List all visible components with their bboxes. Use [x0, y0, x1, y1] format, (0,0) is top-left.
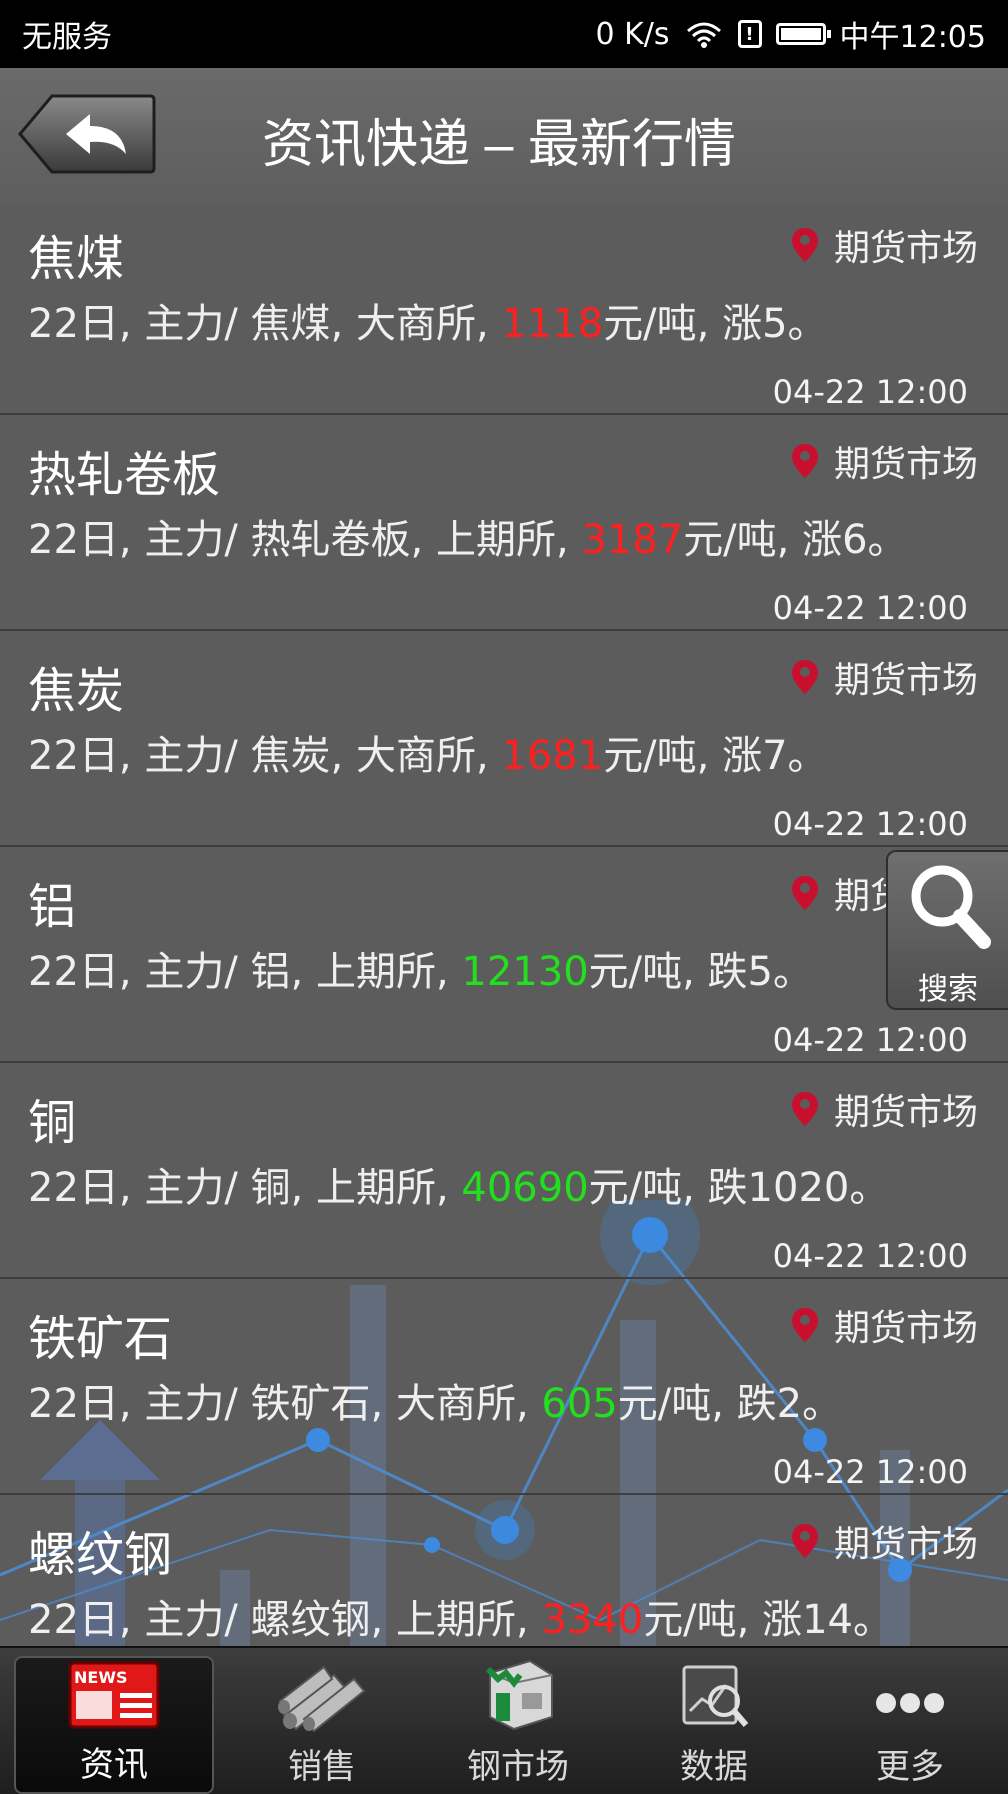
category-tag: 期货市场	[790, 1083, 978, 1135]
category-tag: 期货市场	[790, 435, 978, 487]
category-tag: 期货市场	[790, 651, 978, 703]
back-button[interactable]	[18, 92, 156, 176]
description-suffix: 元/吨, 跌2。	[617, 1381, 843, 1427]
description-prefix: 22日, 主力/ 铜, 上期所,	[28, 1165, 462, 1211]
news-title: 螺纹钢	[28, 1527, 173, 1583]
category-tag: 期货市场	[790, 1299, 978, 1351]
price-value: 1118	[501, 301, 604, 347]
news-icon: NEWS	[68, 1661, 160, 1729]
news-title: 焦炭	[28, 663, 125, 719]
description-prefix: 22日, 主力/ 热轧卷板, 上期所,	[28, 517, 582, 563]
nav-item-sales[interactable]: 销售	[224, 1648, 420, 1794]
description-suffix: 元/吨, 跌1020。	[588, 1165, 890, 1211]
data-analysis-icon	[682, 1665, 749, 1727]
price-value: 40690	[461, 1165, 589, 1211]
nav-item-more[interactable]: 更多	[812, 1648, 1008, 1794]
more-dots-icon	[876, 1693, 944, 1713]
news-timestamp: 04-22 12:00	[772, 589, 968, 627]
page-title: 资讯快递 – 最新行情	[262, 116, 736, 174]
price-value: 3340	[541, 1597, 644, 1643]
location-pin-icon	[791, 1524, 818, 1558]
magnifier-icon	[911, 865, 991, 949]
nav-label-news: 资讯	[80, 1745, 148, 1785]
news-timestamp: 04-22 12:00	[772, 805, 968, 843]
description-suffix: 元/吨, 涨5。	[603, 301, 828, 347]
wifi-icon	[686, 22, 721, 48]
category-label: 期货市场	[833, 1308, 978, 1349]
category-label: 期货市场	[833, 444, 978, 485]
category-label: 期货市场	[833, 1092, 978, 1133]
status-bar: 无服务 0 K/s ! 中午12:05	[0, 0, 1008, 68]
back-arrow-icon	[18, 94, 156, 174]
nav-label-more: 更多	[876, 1747, 944, 1787]
category-tag: 期货市场	[790, 1515, 978, 1567]
location-pin-icon	[791, 444, 818, 478]
news-description: 22日, 主力/ 铜, 上期所, 40690元/吨, 跌1020。	[28, 1155, 889, 1213]
svg-text:NEWS: NEWS	[74, 1668, 128, 1687]
news-list: 焦煤 期货市场 22日, 主力/ 焦煤, 大商所, 1118元/吨, 涨5。 04-2…	[0, 199, 1008, 1711]
price-value: 12130	[461, 949, 589, 995]
news-item[interactable]: 焦炭 期货市场 22日, 主力/ 焦炭, 大商所, 1681元/吨, 涨7。 04-2…	[0, 631, 1008, 847]
bottom-nav: NEWS 资讯 销售 钢市场 数据 更多	[0, 1646, 1008, 1794]
nav-item-data[interactable]: 数据	[616, 1648, 812, 1794]
news-description: 22日, 主力/ 热轧卷板, 上期所, 3187元/吨, 涨6。	[28, 507, 908, 565]
category-label: 期货市场	[833, 228, 978, 269]
news-description: 22日, 主力/ 焦煤, 大商所, 1118元/吨, 涨5。	[28, 291, 828, 349]
location-pin-icon	[791, 876, 818, 910]
news-title: 焦煤	[28, 231, 125, 287]
search-button[interactable]: 搜索	[886, 850, 1008, 1010]
description-suffix: 元/吨, 涨6。	[683, 517, 908, 563]
news-item[interactable]: 热轧卷板 期货市场 22日, 主力/ 热轧卷板, 上期所, 3187元/吨, 涨6。…	[0, 415, 1008, 631]
app-header: 资讯快递 – 最新行情	[0, 68, 1008, 204]
news-title: 热轧卷板	[28, 447, 221, 503]
battery-icon	[775, 23, 831, 45]
description-suffix: 元/吨, 涨14。	[643, 1597, 893, 1643]
status-icons: 0 K/s ! 中午12:05	[595, 12, 986, 56]
news-timestamp: 04-22 12:00	[772, 1237, 968, 1275]
nav-item-steel-market[interactable]: 钢市场	[420, 1648, 616, 1794]
category-label: 期货市场	[833, 660, 978, 701]
nav-item-news[interactable]: NEWS 资讯	[14, 1656, 214, 1794]
description-prefix: 22日, 主力/ 焦煤, 大商所,	[28, 301, 502, 347]
news-description: 22日, 主力/ 铝, 上期所, 12130元/吨, 跌5。	[28, 939, 813, 997]
description-prefix: 22日, 主力/ 铁矿石, 大商所,	[28, 1381, 542, 1427]
store-icon	[485, 1659, 553, 1731]
description-suffix: 元/吨, 涨7。	[603, 733, 828, 779]
location-pin-icon	[791, 1092, 818, 1126]
news-item[interactable]: 铁矿石 期货市场 22日, 主力/ 铁矿石, 大商所, 605元/吨, 跌2。 04-…	[0, 1279, 1008, 1495]
news-item[interactable]: 铝期货市场22日, 主力/ 铝, 上期所, 12130元/吨, 跌5。04-22…	[0, 847, 1008, 1063]
steel-pipes-icon	[278, 1665, 366, 1733]
news-description: 22日, 主力/ 焦炭, 大商所, 1681元/吨, 涨7。	[28, 723, 828, 781]
nav-label-data: 数据	[680, 1747, 748, 1787]
news-description: 22日, 主力/ 铁矿石, 大商所, 605元/吨, 跌2。	[28, 1371, 842, 1429]
description-prefix: 22日, 主力/ 螺纹钢, 上期所,	[28, 1597, 542, 1643]
nav-label-steel-market: 钢市场	[467, 1747, 569, 1787]
news-timestamp: 04-22 12:00	[772, 1453, 968, 1491]
price-value: 605	[541, 1381, 618, 1427]
news-description: 22日, 主力/ 螺纹钢, 上期所, 3340元/吨, 涨14。	[28, 1587, 893, 1645]
category-tag: 期货市场	[790, 219, 978, 271]
description-prefix: 22日, 主力/ 焦炭, 大商所,	[28, 733, 502, 779]
news-title: 铜	[28, 1095, 77, 1151]
location-pin-icon	[791, 228, 818, 262]
news-timestamp: 04-22 12:00	[772, 373, 968, 411]
news-title: 铝	[28, 879, 77, 935]
network-speed: 0 K/s	[595, 16, 670, 52]
news-title: 铁矿石	[28, 1311, 173, 1367]
search-label: 搜索	[918, 972, 978, 1007]
nav-label-sales: 销售	[288, 1747, 356, 1787]
carrier-text: 无服务	[22, 20, 112, 55]
news-timestamp: 04-22 12:00	[772, 1021, 968, 1059]
category-label: 期货市场	[833, 1524, 978, 1565]
news-item[interactable]: 铜 期货市场 22日, 主力/ 铜, 上期所, 40690元/吨, 跌1020。 04…	[0, 1063, 1008, 1279]
location-pin-icon	[791, 1308, 818, 1342]
news-item[interactable]: 焦煤 期货市场 22日, 主力/ 焦煤, 大商所, 1118元/吨, 涨5。 04-2…	[0, 199, 1008, 415]
description-prefix: 22日, 主力/ 铝, 上期所,	[28, 949, 462, 995]
clock: 中午12:05	[839, 20, 986, 55]
price-value: 1681	[501, 733, 604, 779]
price-value: 3187	[581, 517, 684, 563]
description-suffix: 元/吨, 跌5。	[588, 949, 813, 995]
alert-icon: !	[737, 20, 762, 48]
location-pin-icon	[791, 660, 818, 694]
